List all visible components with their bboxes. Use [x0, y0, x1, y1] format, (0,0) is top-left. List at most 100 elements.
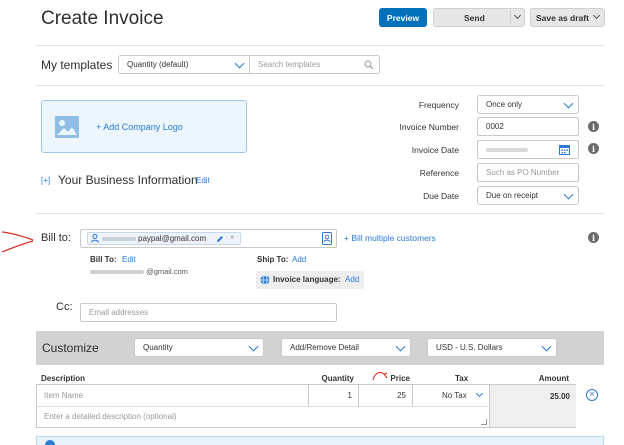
- item-tax-select[interactable]: No Tax: [413, 385, 490, 407]
- red-arrow-annotation: [1, 231, 34, 253]
- item-name-placeholder: Item Name: [44, 391, 84, 400]
- invoice-number-value: 0002: [486, 122, 504, 131]
- image-icon: [55, 116, 79, 138]
- search-icon: [364, 60, 374, 70]
- due-date-value: Due on receipt: [486, 191, 539, 200]
- template-search-input[interactable]: Search templates: [249, 55, 380, 74]
- business-info-title: Your Business Information: [58, 173, 198, 187]
- items-header-description: Description: [41, 374, 86, 383]
- template-select[interactable]: Quantity (default): [118, 55, 250, 74]
- invoice-language-add-link[interactable]: Add: [345, 275, 359, 284]
- customize-quantity-value: Quantity: [143, 343, 173, 352]
- item-tax-value: No Tax: [442, 391, 467, 400]
- item-quantity-value: 1: [347, 391, 352, 400]
- preview-button[interactable]: Preview: [379, 8, 427, 27]
- send-button[interactable]: Send: [433, 8, 525, 27]
- item-price-value: 25: [397, 391, 406, 400]
- chevron-down-icon[interactable]: [592, 11, 601, 20]
- invoice-number-label: Invoice Number: [399, 122, 459, 132]
- item-description-input[interactable]: Enter a detailed description (optional): [37, 407, 489, 427]
- globe-icon: [260, 275, 270, 285]
- chevron-down-icon: [563, 189, 574, 199]
- customize-label: Customize: [42, 341, 99, 355]
- bill-multiple-link[interactable]: + Bill multiple customers: [344, 233, 436, 243]
- bill-to-email-blurred: [90, 270, 144, 275]
- invoice-language-box: Invoice language: Add: [256, 271, 364, 289]
- bill-to-edit-link[interactable]: Edit: [122, 255, 136, 264]
- remove-circle-icon[interactable]: ×: [586, 389, 598, 401]
- bill-to-label: Bill to:: [41, 232, 71, 244]
- pencil-icon[interactable]: [216, 235, 224, 243]
- send-label: Send: [464, 13, 485, 23]
- chevron-down-icon[interactable]: [513, 11, 522, 20]
- invoice-number-input[interactable]: 0002: [477, 117, 579, 136]
- templates-label: My templates: [41, 58, 113, 72]
- reference-input[interactable]: Such as PO Number: [477, 163, 579, 182]
- info-icon[interactable]: i: [588, 232, 599, 243]
- close-icon[interactable]: ×: [230, 233, 235, 242]
- cc-input[interactable]: Email addresses: [80, 303, 337, 322]
- info-icon[interactable]: i: [588, 121, 599, 132]
- chevron-down-icon: [234, 58, 245, 68]
- invoice-date-input[interactable]: [477, 140, 579, 159]
- item-description-placeholder: Enter a detailed description (optional): [44, 412, 177, 421]
- details-divider: [36, 213, 604, 214]
- frequency-label: Frequency: [418, 100, 459, 110]
- template-search-placeholder: Search templates: [258, 60, 321, 69]
- add-remove-detail-value: Add/Remove Detail: [290, 343, 359, 352]
- reference-placeholder: Such as PO Number: [486, 168, 560, 177]
- chevron-down-icon: [563, 98, 574, 108]
- currency-value: USD - U.S. Dollars: [436, 343, 503, 352]
- chevron-down-icon: [248, 341, 259, 351]
- cc-label: Cc:: [56, 301, 73, 313]
- user-icon: [91, 234, 99, 243]
- contacts-icon[interactable]: [322, 232, 332, 245]
- header-divider: [36, 45, 604, 46]
- info-icon[interactable]: i: [588, 143, 599, 154]
- items-header-amount: Amount: [538, 374, 569, 383]
- add-logo-label: + Add Company Logo: [96, 122, 183, 132]
- recipient-chip[interactable]: paypal@gmail.com ×: [87, 232, 241, 245]
- recipient-blurred: [102, 237, 136, 241]
- send-divider: [510, 11, 511, 24]
- due-date-label: Due Date: [423, 191, 459, 201]
- bill-to-sub-label: Bill To:: [90, 255, 117, 264]
- chevron-down-icon: [395, 341, 406, 351]
- invoice-date-label: Invoice Date: [411, 145, 459, 155]
- bill-to-email: @gmail.com: [90, 267, 188, 276]
- add-logo-button[interactable]: + Add Company Logo: [41, 100, 247, 153]
- currency-select[interactable]: USD - U.S. Dollars: [427, 338, 557, 357]
- due-date-select[interactable]: Due on receipt: [477, 186, 579, 205]
- calendar-icon[interactable]: [559, 144, 570, 155]
- item-price-input[interactable]: 25: [359, 385, 413, 407]
- bill-to-email-text: @gmail.com: [146, 267, 188, 276]
- info-icon: [45, 440, 55, 445]
- save-draft-label: Save as draft: [536, 13, 589, 23]
- ship-to-add-link[interactable]: Add: [292, 255, 306, 264]
- frequency-select[interactable]: Once only: [477, 95, 579, 114]
- business-info-edit-link[interactable]: Edit: [196, 176, 210, 185]
- resize-handle-icon[interactable]: [481, 419, 487, 425]
- bottom-panel: [36, 436, 604, 445]
- template-select-value: Quantity (default): [127, 60, 189, 69]
- bill-to-recipient-field[interactable]: paypal@gmail.com ×: [80, 229, 337, 248]
- reference-label: Reference: [419, 168, 459, 178]
- items-header-tax: Tax: [455, 374, 469, 383]
- save-draft-button[interactable]: Save as draft: [530, 8, 605, 27]
- item-amount-value: 25.00: [549, 392, 570, 401]
- business-info-toggle[interactable]: [+]: [41, 176, 50, 185]
- chevron-down-icon: [475, 389, 484, 398]
- templates-divider: [36, 85, 604, 86]
- ship-to-label: Ship To:: [257, 255, 289, 264]
- frequency-value: Once only: [486, 100, 523, 109]
- item-quantity-input[interactable]: 1: [309, 385, 359, 407]
- page-title: Create Invoice: [41, 8, 164, 29]
- customize-quantity-select[interactable]: Quantity: [134, 338, 264, 357]
- item-amount-cell: 25.00: [490, 384, 576, 428]
- add-remove-detail-select[interactable]: Add/Remove Detail: [281, 338, 411, 357]
- item-name-input[interactable]: Item Name: [37, 385, 309, 407]
- recipient-email: paypal@gmail.com: [138, 234, 207, 243]
- invoice-date-blurred: [486, 148, 528, 152]
- cc-placeholder: Email addresses: [89, 308, 149, 317]
- items-header-quantity: Quantity: [321, 374, 354, 383]
